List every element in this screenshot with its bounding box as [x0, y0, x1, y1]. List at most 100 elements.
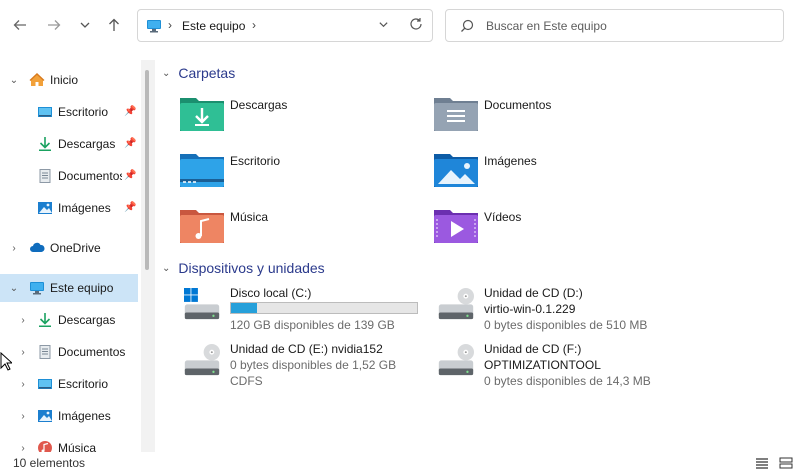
sidebar-item-label: OneDrive	[50, 241, 101, 255]
chevron-right-icon[interactable]: ›	[8, 243, 20, 254]
sidebar-item-musica-pc[interactable]: › Música	[0, 434, 138, 452]
drive-filesystem: CDFS	[230, 374, 263, 388]
drive-e[interactable]: Unidad de CD (E:) nvidia152 0 bytes disp…	[180, 340, 420, 392]
sidebar-item-label: Música	[58, 441, 97, 452]
breadcrumb-este-equipo[interactable]: Este equipo	[182, 19, 245, 33]
sidebar-scrollbar-thumb[interactable]	[145, 70, 149, 270]
home-icon	[29, 73, 45, 86]
sidebar-item-label: Imágenes	[58, 409, 111, 423]
arrow-up-icon	[109, 18, 119, 31]
address-bar[interactable]: › Este equipo ›	[137, 9, 433, 42]
status-bar: 10 elementos	[0, 452, 801, 475]
chevron-right-icon[interactable]: ›	[17, 379, 29, 390]
navigation-pane: ⌄ Inicio Escritorio 📌 Descargas 📌 Docume…	[0, 60, 140, 452]
drive-d[interactable]: Unidad de CD (D:) virtio-win-0.1.229 0 b…	[434, 284, 694, 336]
sidebar-item-este-equipo[interactable]: ⌄ Este equipo	[0, 274, 138, 302]
recent-locations-button[interactable]	[72, 12, 98, 38]
drive-c[interactable]: Disco local (C:) 120 GB disponibles de 1…	[180, 284, 420, 336]
chevron-right-icon[interactable]: ›	[17, 411, 29, 422]
pin-icon: 📌	[124, 202, 137, 213]
search-icon	[461, 19, 474, 32]
drive-space: 0 bytes disponibles de 1,52 GB	[230, 358, 397, 372]
videos-folder-icon	[434, 210, 478, 243]
sidebar-item-imagenes[interactable]: Imágenes 📌	[0, 194, 138, 222]
forward-button[interactable]	[41, 12, 67, 38]
drives-section-header[interactable]: ⌄ Dispositivos y unidades	[162, 258, 325, 278]
folder-documentos[interactable]: Documentos	[434, 95, 654, 135]
drive-label: OPTIMIZATIONTOOL	[484, 358, 601, 372]
sidebar-item-label: Descargas	[58, 313, 116, 327]
folder-videos[interactable]: Vídeos	[434, 207, 654, 247]
back-button[interactable]	[7, 12, 33, 38]
sidebar-item-documentos[interactable]: Documentos 📌	[0, 162, 138, 190]
sidebar-item-label: Este equipo	[50, 281, 114, 295]
folder-imagenes[interactable]: Imágenes	[434, 151, 654, 191]
arrow-left-icon	[13, 20, 26, 30]
drive-space: 0 bytes disponibles de 14,3 MB	[484, 374, 651, 388]
pictures-folder-icon	[434, 154, 478, 187]
folder-label: Imágenes	[484, 154, 537, 168]
drive-space: 120 GB disponibles de 139 GB	[230, 318, 395, 332]
desktop-icon	[38, 107, 52, 117]
sidebar-item-label: Descargas	[58, 137, 116, 151]
search-input[interactable]: Buscar en Este equipo	[486, 19, 607, 33]
arrow-right-icon	[48, 20, 61, 30]
desktop-folder-icon	[180, 154, 224, 187]
drive-name: Unidad de CD (D:)	[484, 286, 583, 300]
refresh-icon	[410, 18, 422, 30]
computer-icon	[147, 20, 161, 33]
sidebar-item-documentos-pc[interactable]: › Documentos	[0, 338, 138, 366]
up-button[interactable]	[101, 12, 127, 38]
chevron-right-icon[interactable]: ›	[17, 443, 29, 453]
sidebar-item-inicio[interactable]: ⌄ Inicio	[0, 66, 138, 94]
section-title: Dispositivos y unidades	[178, 260, 325, 276]
drive-f[interactable]: Unidad de CD (F:) OPTIMIZATIONTOOL 0 byt…	[434, 340, 694, 392]
pin-icon: 📌	[124, 170, 137, 181]
sidebar-item-descargas-pc[interactable]: › Descargas	[0, 306, 138, 334]
chevron-down-icon[interactable]: ⌄	[162, 68, 170, 79]
chevron-right-icon[interactable]: ›	[17, 315, 29, 326]
chevron-down-icon[interactable]: ⌄	[162, 263, 170, 274]
sidebar-item-imagenes-pc[interactable]: › Imágenes	[0, 402, 138, 430]
sidebar-item-escritorio-pc[interactable]: › Escritorio	[0, 370, 138, 398]
drive-usage-fill	[231, 303, 258, 313]
details-view-icon[interactable]	[754, 455, 770, 471]
sidebar-item-onedrive[interactable]: › OneDrive	[0, 234, 138, 262]
chevron-right-icon[interactable]: ›	[17, 347, 29, 358]
tiles-view-icon[interactable]	[778, 455, 794, 471]
pin-icon: 📌	[124, 106, 137, 117]
search-box[interactable]: Buscar en Este equipo	[445, 9, 784, 42]
folder-label: Descargas	[230, 98, 288, 112]
downloads-folder-icon	[180, 98, 224, 131]
drive-name: Disco local (C:)	[230, 286, 312, 300]
refresh-button[interactable]	[409, 17, 423, 34]
sidebar-item-escritorio[interactable]: Escritorio 📌	[0, 98, 138, 126]
folder-label: Documentos	[484, 98, 552, 112]
folder-label: Escritorio	[230, 154, 281, 168]
desktop-icon	[38, 379, 52, 389]
chevron-down-icon[interactable]: ⌄	[8, 75, 20, 86]
folder-escritorio[interactable]: Escritorio	[180, 151, 400, 191]
folders-section-header[interactable]: ⌄ Carpetas	[162, 63, 235, 83]
sidebar-item-descargas[interactable]: Descargas 📌	[0, 130, 138, 158]
chevron-down-icon[interactable]: ⌄	[8, 283, 20, 294]
drive-usage-bar	[230, 302, 418, 314]
drive-space: 0 bytes disponibles de 510 MB	[484, 318, 648, 332]
music-icon	[38, 441, 52, 452]
cd-drive-icon	[438, 344, 474, 376]
sidebar-item-label: Escritorio	[58, 377, 109, 391]
documents-folder-icon	[434, 98, 478, 131]
drive-name: Unidad de CD (F:)	[484, 342, 582, 356]
pictures-icon	[38, 410, 52, 422]
document-icon	[39, 345, 51, 359]
pictures-icon	[38, 202, 52, 214]
section-title: Carpetas	[178, 65, 236, 81]
navigation-bar: › Este equipo › Buscar en Este equipo	[0, 0, 801, 52]
drive-name: Unidad de CD (E:) nvidia152	[230, 342, 383, 356]
folder-musica[interactable]: Música	[180, 207, 400, 247]
mouse-cursor-icon	[0, 352, 12, 371]
breadcrumb-separator[interactable]: ›	[252, 18, 256, 32]
folder-descargas[interactable]: Descargas	[180, 95, 400, 135]
download-icon	[39, 313, 51, 327]
address-dropdown-button[interactable]	[378, 19, 389, 33]
